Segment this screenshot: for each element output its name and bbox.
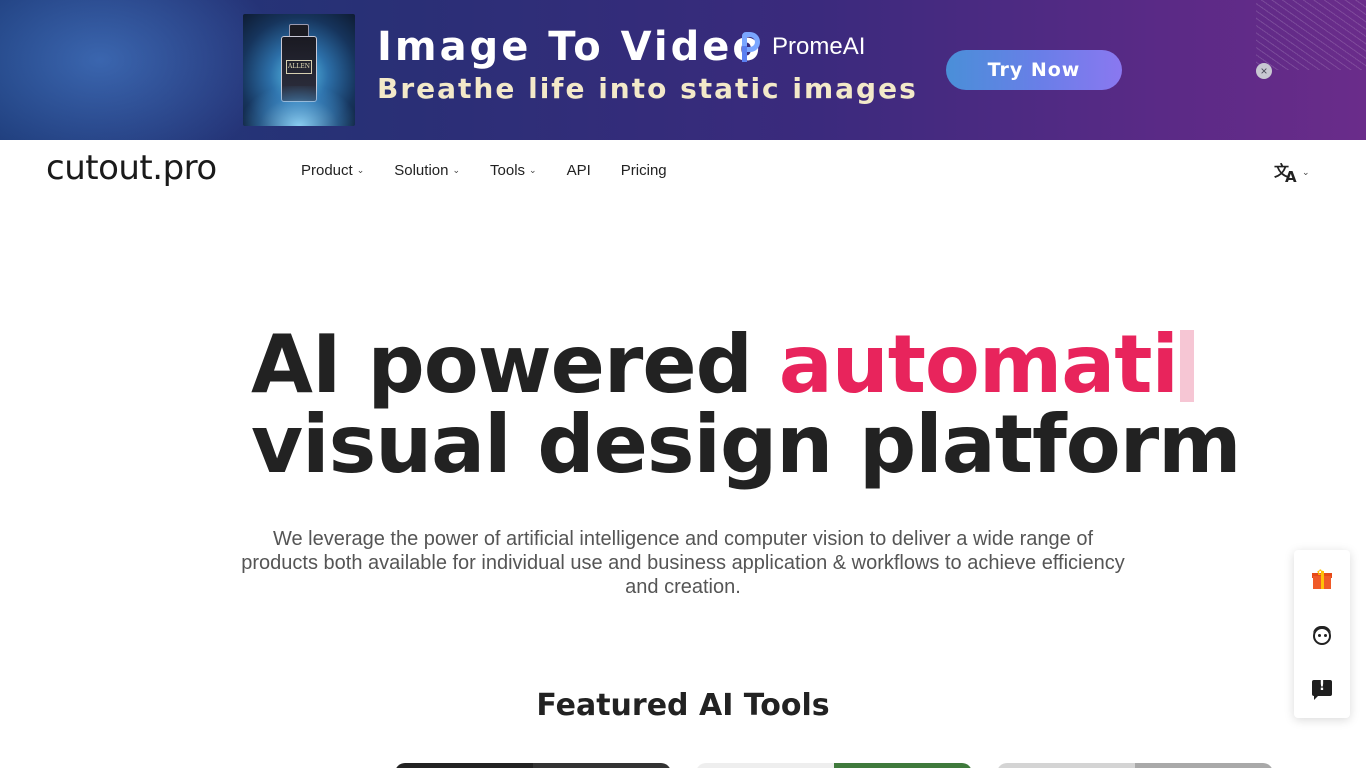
typing-cursor: [1179, 330, 1194, 402]
nav-item-label: Product: [301, 162, 353, 179]
nav-item-label: Solution: [394, 162, 449, 179]
nav-item-label: API: [566, 162, 591, 179]
try-now-button[interactable]: Try Now: [946, 50, 1122, 90]
promo-banner[interactable]: ALLEN Image To Video PromeAI Breathe lif…: [0, 0, 1366, 140]
tool-card[interactable]: [94, 763, 370, 768]
language-selector[interactable]: 文A ⌄: [1274, 160, 1310, 186]
tool-card[interactable]: [997, 763, 1273, 768]
nav-item-solution[interactable]: Solution ⌄: [394, 162, 460, 179]
site-logo[interactable]: cutout.pro: [46, 148, 217, 188]
side-widget: ✿ !: [1294, 550, 1350, 718]
banner-title: Image To Video: [377, 24, 763, 70]
tool-card[interactable]: [696, 763, 972, 768]
nav-item-api[interactable]: API: [567, 162, 591, 179]
chevron-down-icon: ⌄: [529, 165, 537, 175]
nav-item-label: Pricing: [620, 162, 667, 179]
chevron-down-icon: ⌄: [356, 165, 365, 175]
support-icon[interactable]: [1310, 624, 1334, 648]
feedback-icon[interactable]: !: [1310, 678, 1334, 702]
nav-item-product[interactable]: Product ⌄: [301, 162, 364, 179]
decorative-lines: [1256, 0, 1366, 70]
hero-heading-line2: visual design platform: [251, 398, 1242, 491]
tool-card[interactable]: [395, 763, 671, 768]
banner-product-image: ALLEN: [243, 14, 355, 126]
nav-item-pricing[interactable]: Pricing: [621, 162, 667, 179]
nav-item-label: Tools: [490, 162, 526, 179]
chevron-down-icon: ⌄: [452, 165, 461, 175]
bottle-label: ALLEN: [286, 60, 312, 74]
top-nav: cutout.pro Product ⌄ Solution ⌄ Tools ⌄ …: [0, 140, 1366, 204]
banner-brand: PromeAI: [740, 32, 865, 62]
banner-brand-name: PromeAI: [772, 33, 866, 60]
nav-item-tools[interactable]: Tools ⌄: [490, 162, 537, 179]
featured-tools-heading: Featured AI Tools: [536, 688, 830, 723]
nav-menu: Product ⌄ Solution ⌄ Tools ⌄ API Pricing: [301, 162, 697, 179]
chevron-down-icon: ⌄: [1302, 166, 1310, 177]
water-splash: [243, 86, 355, 126]
gift-icon[interactable]: ✿: [1310, 568, 1334, 592]
translate-icon: 文A: [1274, 162, 1297, 186]
banner-subtitle: Breathe life into static images: [377, 72, 918, 105]
close-icon[interactable]: ×: [1256, 63, 1272, 79]
promeai-logo-icon: [740, 32, 764, 62]
hero-description: We leverage the power of artificial inte…: [241, 528, 1125, 598]
